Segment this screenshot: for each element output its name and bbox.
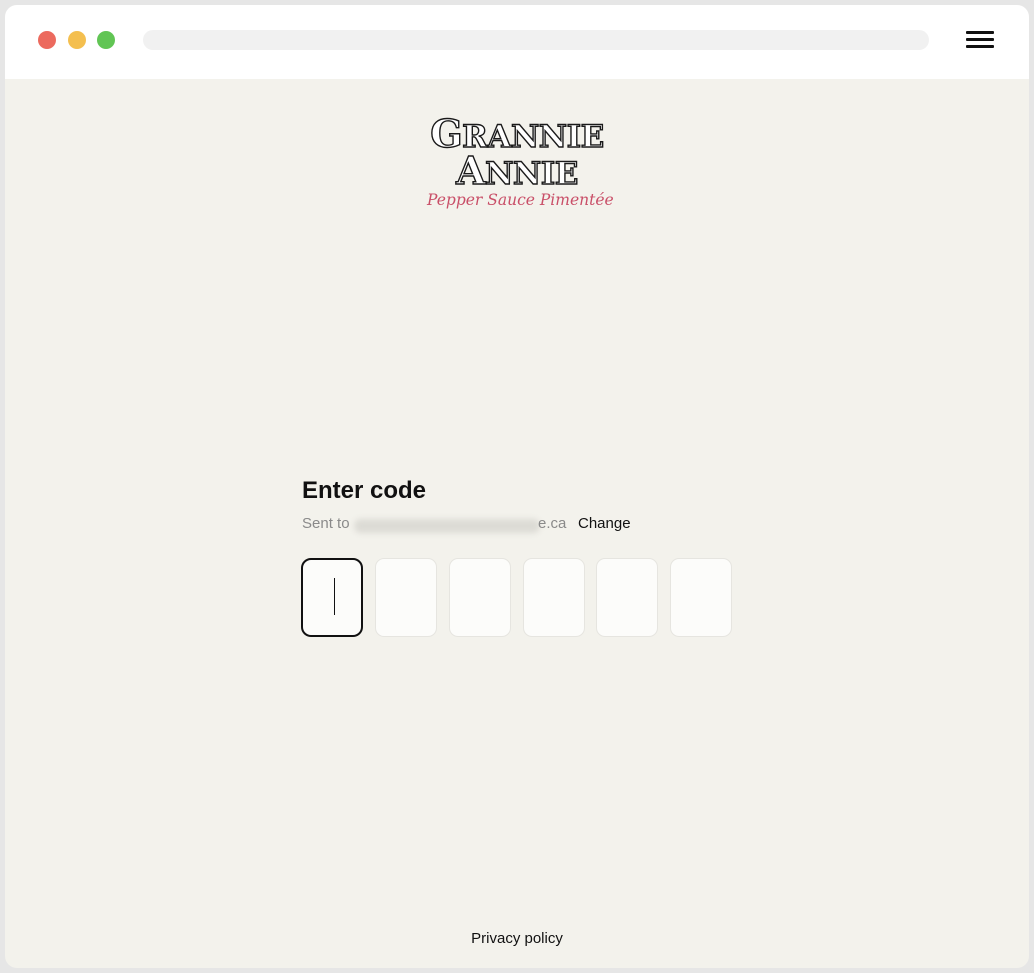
redacted-email [354,519,540,533]
logo-line-1: GRANNIE [430,111,605,156]
email-suffix: e.ca [538,515,567,532]
code-digit-3[interactable] [449,558,511,637]
brand-logo: GRANNIE ANNIE Pepper Sauce Pimentée [427,111,614,217]
minimize-window-button[interactable] [68,31,86,49]
code-digit-2[interactable] [375,558,437,637]
page-title: Enter code [302,477,427,504]
code-digit-5[interactable] [596,558,658,637]
code-digit-4[interactable] [523,558,585,637]
close-window-button[interactable] [38,31,56,49]
logo-tagline: Pepper Sauce Pimentée [427,191,614,209]
browser-window: GRANNIE ANNIE Pepper Sauce Pimentée Ente… [5,5,1029,968]
browser-title-bar [5,5,1029,79]
address-bar[interactable] [143,30,929,50]
text-caret [334,578,335,615]
sent-to-label: Sent to [302,515,350,532]
change-email-link[interactable]: Change [578,515,631,532]
privacy-policy-link[interactable]: Privacy policy [5,930,1029,947]
code-digit-6[interactable] [670,558,732,637]
code-digit-1[interactable] [301,558,363,637]
logo-line-2: ANNIE [455,148,579,193]
maximize-window-button[interactable] [97,31,115,49]
hamburger-menu-icon[interactable] [966,30,994,50]
